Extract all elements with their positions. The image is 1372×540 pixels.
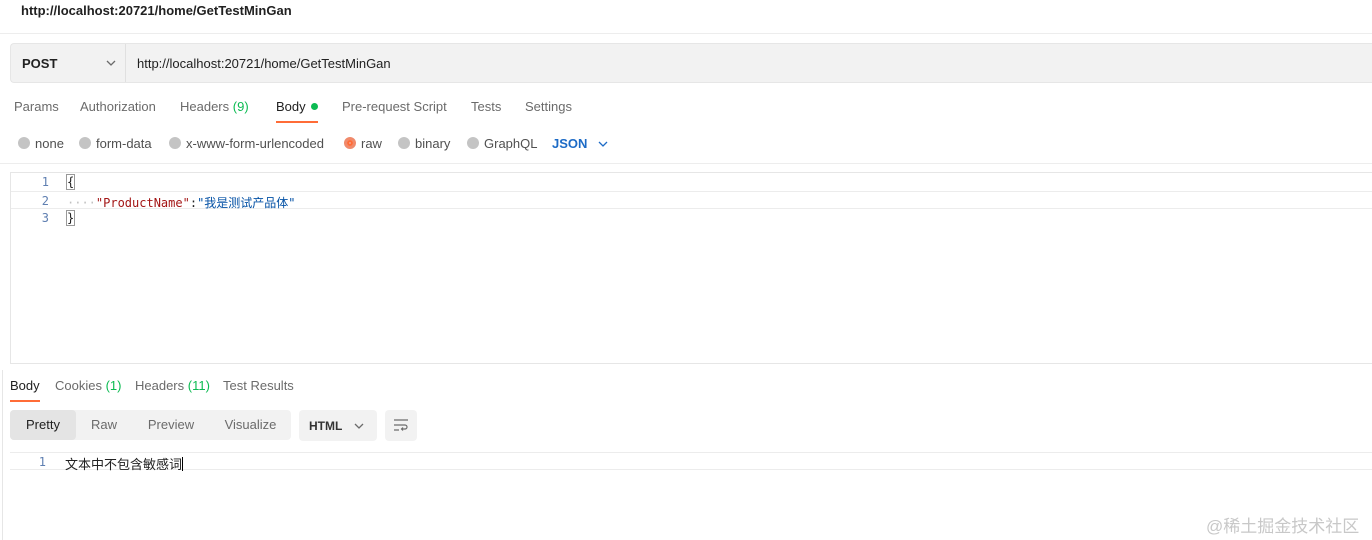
language-label: HTML (309, 419, 343, 433)
tab-label: Headers (180, 99, 230, 114)
json-colon: : (189, 196, 198, 210)
method-select[interactable]: POST (11, 44, 126, 82)
response-text-line: 文本中不包含敏感词 (65, 454, 184, 473)
radio-none[interactable]: none (18, 136, 64, 151)
url-input[interactable]: http://localhost:20721/home/GetTestMinGa… (137, 56, 391, 71)
tab-label: Authorization (80, 99, 156, 114)
radio-circle-icon (79, 137, 91, 149)
radio-binary[interactable]: binary (398, 136, 450, 151)
code-line: 2 ····"ProductName":"我是测试产品体" (11, 191, 1372, 210)
response-view-switcher: Pretty Raw Preview Visualize (10, 410, 291, 440)
line-number: 2 (41, 194, 49, 208)
radio-label: binary (415, 136, 451, 151)
tab-label: Cookies (55, 378, 102, 393)
wrap-lines-button[interactable] (385, 410, 417, 441)
radio-circle-icon (398, 137, 410, 149)
line-number: 3 (41, 211, 49, 225)
code-text: { (65, 174, 76, 190)
radio-form-data[interactable]: form-data (79, 136, 152, 151)
radio-label: raw (361, 136, 382, 151)
chevron-down-icon (354, 423, 364, 429)
tab-pre-request-script[interactable]: Pre-request Script (342, 99, 447, 114)
method-label: POST (22, 56, 58, 71)
code-line: 3 } (11, 209, 1372, 227)
tab-label: Pre-request Script (342, 99, 447, 114)
radio-label: GraphQL (484, 136, 538, 151)
divider (0, 163, 1372, 164)
tab-params[interactable]: Params (14, 99, 59, 114)
request-title-bar: http://localhost:20721/home/GetTestMinGa… (0, 0, 1372, 34)
response-tabs: Body Cookies (1) Headers (11) Test Resul… (0, 375, 700, 403)
tab-test-results[interactable]: Test Results (223, 378, 294, 393)
line-number: 1 (38, 455, 46, 469)
radio-graphql[interactable]: GraphQL (467, 136, 537, 151)
radio-label: none (35, 136, 64, 151)
json-value: "我是测试产品体" (197, 196, 296, 210)
code-line: 1 { (11, 173, 1372, 191)
view-raw-button[interactable]: Raw (76, 410, 132, 440)
tab-response-cookies[interactable]: Cookies (1) (55, 378, 121, 393)
tab-label: Tests (471, 99, 502, 114)
radio-x-www-form-urlencoded[interactable]: x-www-form-urlencoded (169, 136, 324, 151)
body-format-select[interactable]: JSON (552, 136, 587, 151)
tab-label: Test Results (223, 378, 294, 393)
json-key: "ProductName" (95, 196, 190, 210)
text-cursor (182, 457, 184, 471)
tab-body[interactable]: Body (276, 99, 318, 123)
response-language-select[interactable]: HTML (299, 410, 377, 441)
tab-authorization[interactable]: Authorization (80, 99, 156, 114)
tab-count: (11) (187, 378, 210, 393)
tab-response-body[interactable]: Body (10, 378, 40, 402)
wrap-lines-icon (394, 419, 408, 431)
body-code-editor[interactable]: 1 { 2 ····"ProductName":"我是测试产品体" 3 } (10, 172, 1372, 364)
tab-settings[interactable]: Settings (525, 99, 572, 114)
tab-count: (9) (232, 99, 249, 114)
tab-label: Params (14, 99, 59, 114)
response-text: 文本中不包含敏感词 (65, 457, 183, 472)
tab-headers[interactable]: Headers (9) (180, 99, 249, 114)
line-number: 1 (41, 175, 49, 189)
tab-label: Body (276, 99, 306, 114)
tab-label: Body (10, 378, 40, 393)
tab-response-headers[interactable]: Headers (11) (135, 378, 210, 393)
request-title: http://localhost:20721/home/GetTestMinGa… (21, 3, 292, 18)
radio-raw[interactable]: raw (344, 136, 382, 151)
chevron-down-icon[interactable] (597, 138, 609, 150)
radio-circle-icon (18, 137, 30, 149)
radio-label: x-www-form-urlencoded (186, 136, 324, 151)
response-body-viewer[interactable]: 1 文本中不包含敏感词 (10, 452, 1372, 473)
chevron-down-icon (106, 60, 116, 66)
view-pretty-button[interactable]: Pretty (10, 410, 76, 440)
radio-circle-icon (169, 137, 181, 149)
watermark: @稀土掘金技术社区 (1206, 517, 1360, 536)
tab-label: Headers (135, 378, 185, 393)
view-preview-button[interactable]: Preview (132, 410, 210, 440)
tab-tests[interactable]: Tests (471, 99, 501, 114)
status-dot-icon (310, 103, 318, 110)
radio-circle-icon (467, 137, 479, 149)
body-type-radios: none form-data x-www-form-urlencoded raw… (0, 134, 700, 154)
tab-count: (1) (105, 378, 122, 393)
request-tabs: Params Authorization Headers (9) Body Pr… (0, 96, 700, 124)
view-visualize-button[interactable]: Visualize (210, 410, 291, 440)
code-text: } (65, 210, 76, 226)
request-bar: POST http://localhost:20721/home/GetTest… (10, 43, 1372, 83)
radio-selected-icon (344, 137, 356, 149)
tab-label: Settings (525, 99, 572, 114)
radio-label: form-data (96, 136, 152, 151)
